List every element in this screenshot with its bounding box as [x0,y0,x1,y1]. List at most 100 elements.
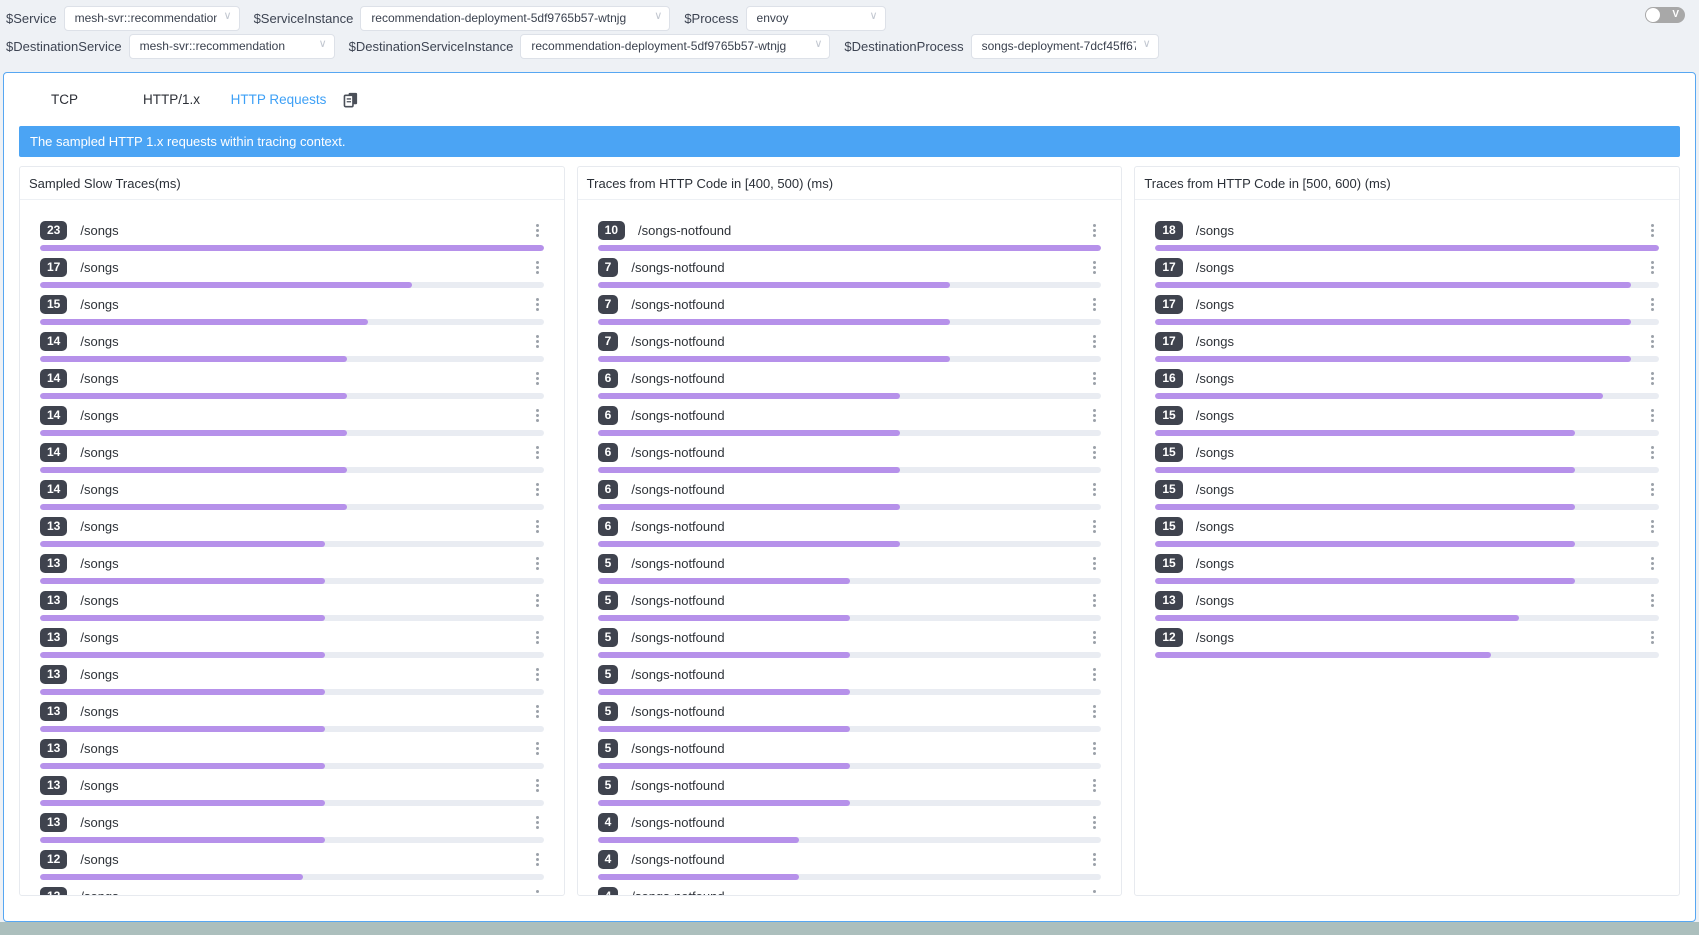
kebab-menu-icon[interactable] [1088,554,1101,573]
trace-endpoint-link[interactable]: /songs [1196,445,1234,460]
kebab-menu-icon[interactable] [1646,554,1659,573]
kebab-menu-icon[interactable] [1646,480,1659,499]
filter-select-destinationservice[interactable]: mesh-svr::recommendation ∨ [129,34,335,59]
kebab-menu-icon[interactable] [1088,332,1101,351]
kebab-menu-icon[interactable] [531,665,544,684]
kebab-menu-icon[interactable] [1088,850,1101,869]
kebab-menu-icon[interactable] [531,813,544,832]
tab-tcp[interactable]: TCP [11,92,118,107]
kebab-menu-icon[interactable] [1646,369,1659,388]
trace-endpoint-link[interactable]: /songs [80,445,118,460]
trace-endpoint-link[interactable]: /songs [1196,408,1234,423]
kebab-menu-icon[interactable] [1088,776,1101,795]
kebab-menu-icon[interactable] [1088,406,1101,425]
kebab-menu-icon[interactable] [1088,665,1101,684]
filter-select-serviceinstance[interactable]: recommendation-deployment-5df9765b57-wtn… [360,6,670,31]
kebab-menu-icon[interactable] [1646,332,1659,351]
kebab-menu-icon[interactable] [1646,221,1659,240]
kebab-menu-icon[interactable] [531,739,544,758]
trace-endpoint-link[interactable]: /songs [80,704,118,719]
kebab-menu-icon[interactable] [531,369,544,388]
trace-endpoint-link[interactable]: /songs [80,741,118,756]
filter-select-service[interactable]: mesh-svr::recommendation ∨ [64,6,240,31]
trace-endpoint-link[interactable]: /songs [1196,334,1234,349]
kebab-menu-icon[interactable] [531,554,544,573]
trace-endpoint-link[interactable]: /songs [1196,556,1234,571]
kebab-menu-icon[interactable] [1088,628,1101,647]
kebab-menu-icon[interactable] [531,517,544,536]
kebab-menu-icon[interactable] [1088,443,1101,462]
trace-endpoint-link[interactable]: /songs [80,852,118,867]
kebab-menu-icon[interactable] [531,887,544,895]
kebab-menu-icon[interactable] [531,221,544,240]
trace-endpoint-link[interactable]: /songs [1196,260,1234,275]
kebab-menu-icon[interactable] [1088,480,1101,499]
trace-endpoint-link[interactable]: /songs [1196,297,1234,312]
trace-endpoint-link[interactable]: /songs [80,630,118,645]
trace-endpoint-link[interactable]: /songs-notfound [631,778,724,793]
kebab-menu-icon[interactable] [1088,739,1101,758]
kebab-menu-icon[interactable] [1088,813,1101,832]
trace-endpoint-link[interactable]: /songs [80,519,118,534]
kebab-menu-icon[interactable] [1646,443,1659,462]
trace-endpoint-link[interactable]: /songs [80,556,118,571]
kebab-menu-icon[interactable] [531,480,544,499]
trace-endpoint-link[interactable]: /songs [80,815,118,830]
variables-toggle[interactable]: V [1645,7,1685,23]
kebab-menu-icon[interactable] [1088,517,1101,536]
trace-endpoint-link[interactable]: /songs-notfound [631,482,724,497]
trace-endpoint-link[interactable]: /songs [1196,519,1234,534]
kebab-menu-icon[interactable] [531,776,544,795]
trace-endpoint-link[interactable]: /songs-notfound [631,297,724,312]
trace-endpoint-link[interactable]: /songs-notfound [631,556,724,571]
kebab-menu-icon[interactable] [1646,628,1659,647]
trace-endpoint-link[interactable]: /songs [1196,223,1234,238]
trace-endpoint-link[interactable]: /songs-notfound [631,593,724,608]
trace-endpoint-link[interactable]: /songs [80,593,118,608]
tab-http-requests[interactable]: HTTP Requests [225,92,332,107]
kebab-menu-icon[interactable] [1088,295,1101,314]
trace-endpoint-link[interactable]: /songs-notfound [631,741,724,756]
trace-endpoint-link[interactable]: /songs [80,482,118,497]
trace-endpoint-link[interactable]: /songs [80,408,118,423]
kebab-menu-icon[interactable] [531,702,544,721]
kebab-menu-icon[interactable] [1088,702,1101,721]
trace-endpoint-link[interactable]: /songs-notfound [631,815,724,830]
trace-endpoint-link[interactable]: /songs-notfound [638,223,731,238]
kebab-menu-icon[interactable] [531,258,544,277]
kebab-menu-icon[interactable] [1088,887,1101,895]
kebab-menu-icon[interactable] [531,443,544,462]
trace-endpoint-link[interactable]: /songs-notfound [631,371,724,386]
trace-endpoint-link[interactable]: /songs [80,667,118,682]
filter-select-destinationserviceinstance[interactable]: recommendation-deployment-5df9765b57-wtn… [520,34,830,59]
trace-endpoint-link[interactable]: /songs [80,223,118,238]
trace-endpoint-link[interactable]: /songs [1196,482,1234,497]
trace-endpoint-link[interactable]: /songs [1196,593,1234,608]
trace-endpoint-link[interactable]: /songs [80,260,118,275]
trace-endpoint-link[interactable]: /songs-notfound [631,667,724,682]
kebab-menu-icon[interactable] [531,295,544,314]
trace-endpoint-link[interactable]: /songs-notfound [631,334,724,349]
kebab-menu-icon[interactable] [1088,591,1101,610]
trace-endpoint-link[interactable]: /songs [80,371,118,386]
trace-endpoint-link[interactable]: /songs-notfound [631,445,724,460]
trace-endpoint-link[interactable]: /songs-notfound [631,630,724,645]
trace-endpoint-link[interactable]: /songs-notfound [631,408,724,423]
trace-endpoint-link[interactable]: /songs-notfound [631,519,724,534]
trace-endpoint-link[interactable]: /songs-notfound [631,260,724,275]
kebab-menu-icon[interactable] [531,628,544,647]
trace-endpoint-link[interactable]: /songs [80,889,118,895]
kebab-menu-icon[interactable] [1646,517,1659,536]
kebab-menu-icon[interactable] [1088,258,1101,277]
kebab-menu-icon[interactable] [1646,406,1659,425]
trace-endpoint-link[interactable]: /songs [1196,371,1234,386]
filter-select-process[interactable]: envoy ∨ [746,6,886,31]
kebab-menu-icon[interactable] [1088,221,1101,240]
kebab-menu-icon[interactable] [531,332,544,351]
trace-endpoint-link[interactable]: /songs [80,778,118,793]
kebab-menu-icon[interactable] [531,850,544,869]
kebab-menu-icon[interactable] [1646,295,1659,314]
trace-endpoint-link[interactable]: /songs [80,297,118,312]
trace-endpoint-link[interactable]: /songs-notfound [631,852,724,867]
kebab-menu-icon[interactable] [1088,369,1101,388]
